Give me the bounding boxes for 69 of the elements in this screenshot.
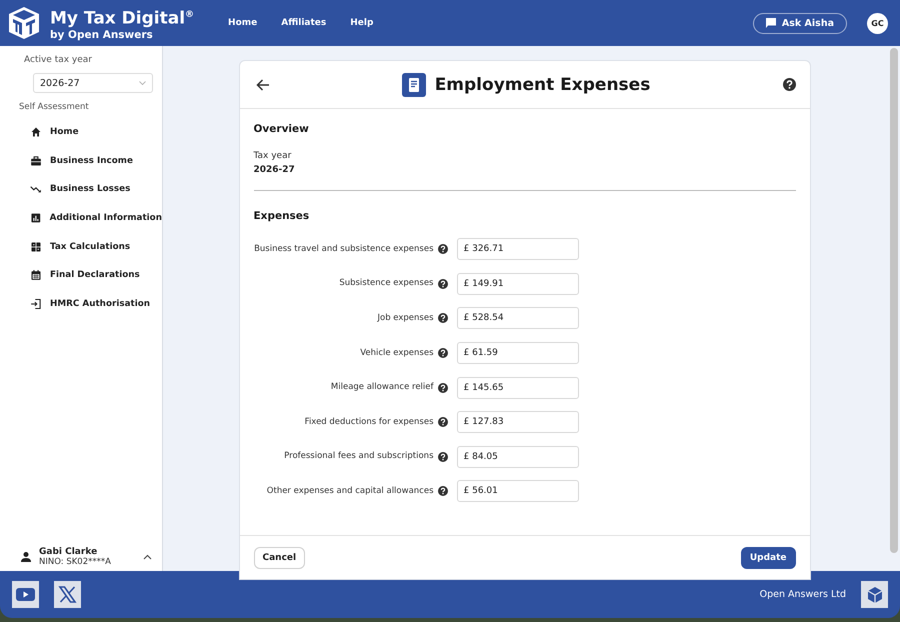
tax-year-label: Tax year [254, 151, 292, 161]
amount-field[interactable]: £ 84.05 [456, 446, 578, 468]
field-label: Other expenses and capital allowances [266, 486, 434, 497]
section-heading: Overview [254, 123, 310, 135]
ask-assistant-button[interactable]: Ask Aisha [752, 12, 847, 34]
help-icon[interactable] [782, 78, 796, 91]
amount-field[interactable]: £ 149.91 [456, 272, 578, 295]
amount-field[interactable]: £ 145.65 [456, 376, 578, 399]
amount-field[interactable]: £ 528.54 [456, 307, 578, 330]
amount-field[interactable]: £ 326.71 [456, 238, 578, 260]
scrollbar[interactable] [890, 48, 898, 553]
nav-icon [30, 154, 42, 167]
brand-byline: by Open Answers [50, 29, 154, 42]
x-icon[interactable] [54, 581, 81, 608]
nav-link[interactable]: Help [350, 18, 374, 28]
field-label: Mileage allowance relief [330, 382, 434, 394]
amount-field[interactable]: £ 127.83 [456, 411, 578, 434]
back-arrow-icon[interactable] [256, 78, 270, 90]
amount-field[interactable]: £ 56.01 [456, 480, 578, 502]
cancel-button[interactable]: Cancel [254, 546, 306, 568]
nav-icon [30, 269, 42, 282]
user-avatar[interactable]: GC [867, 12, 888, 34]
field-label: Job expenses [376, 312, 434, 324]
sidebar-item[interactable]: Home [0, 118, 162, 147]
field-label: Vehicle expenses [359, 348, 434, 359]
amount-field[interactable]: £ 61.59 [456, 342, 578, 364]
nav-icon [30, 212, 42, 224]
help-icon[interactable] [438, 417, 448, 428]
page-title: Employment Expenses [434, 74, 650, 94]
field-label: Fixed deductions for expenses [304, 416, 434, 428]
sidebar-item[interactable]: HMRC Authorisation [0, 290, 162, 318]
cube-icon[interactable] [861, 581, 888, 608]
nav-icon [30, 240, 42, 253]
help-icon[interactable] [438, 313, 448, 324]
sidebar-item[interactable]: Business Losses [0, 175, 162, 204]
user-name: Gabi Clarke [39, 547, 98, 557]
company-name: Open Answers Ltd [760, 589, 846, 600]
help-icon[interactable] [438, 452, 448, 462]
help-icon[interactable] [438, 278, 448, 289]
receipt-icon [402, 72, 426, 96]
tax-year-value: 2026-27 [254, 165, 296, 175]
help-icon[interactable] [438, 244, 448, 254]
brand-name[interactable]: My Tax Digital$^{®}$ [50, 4, 194, 30]
chevron-up-icon[interactable] [143, 554, 152, 560]
update-button[interactable]: Update [740, 546, 796, 568]
sidebar-item[interactable]: Additional Information [0, 204, 162, 232]
section-heading: Self Assessment [18, 101, 90, 114]
logo-icon[interactable] [6, 5, 42, 41]
help-icon[interactable] [438, 486, 448, 496]
nav-link[interactable]: Affiliates [281, 18, 326, 28]
nav-link[interactable]: Home [228, 18, 258, 28]
tax-year-label: Active tax year [23, 54, 94, 65]
tax-year-select[interactable]: 2026-27 [33, 73, 153, 93]
video-icon[interactable] [12, 581, 39, 608]
field-label: Business travel and subsistence expenses [254, 244, 434, 255]
chat-icon [766, 18, 776, 28]
field-label: Professional fees and subscriptions [283, 451, 434, 462]
person-icon [20, 551, 32, 563]
section-heading: Expenses [254, 210, 310, 222]
sidebar-item[interactable]: Business Income [0, 146, 162, 176]
help-icon[interactable] [438, 348, 448, 358]
help-icon[interactable] [438, 382, 448, 393]
user-nino: NINO: SK02****A [39, 557, 112, 567]
nav-icon [30, 126, 42, 138]
nav-icon [30, 298, 42, 310]
sidebar-item[interactable]: Final Declarations [0, 260, 162, 290]
chevron-down-icon [139, 80, 146, 86]
field-label: Subsistence expenses [338, 278, 434, 290]
sidebar-item[interactable]: Tax Calculations [0, 232, 162, 261]
